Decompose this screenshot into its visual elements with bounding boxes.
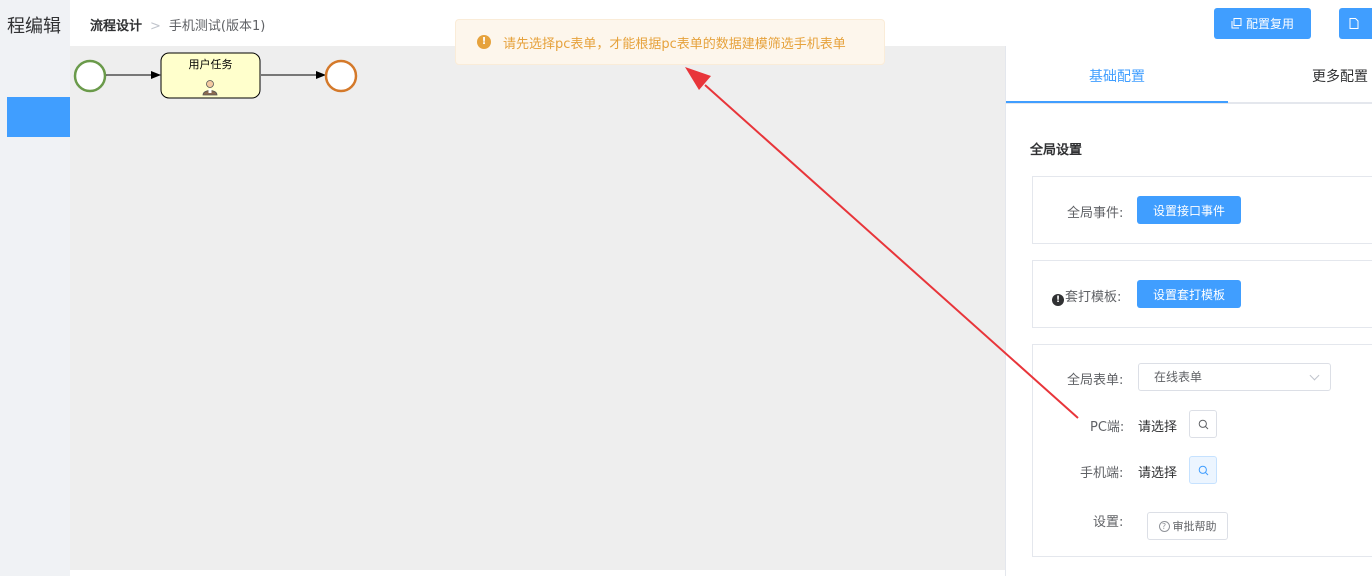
mobile-form-search-button[interactable]	[1189, 456, 1217, 484]
tab-more-config[interactable]: 更多配置	[1312, 66, 1368, 86]
approval-help-label: 审批帮助	[1172, 520, 1217, 533]
global-event-card: 全局事件: 设置接口事件	[1032, 176, 1372, 244]
set-interface-event-button[interactable]: 设置接口事件	[1137, 196, 1241, 224]
config-tabs: 基础配置 更多配置	[1006, 46, 1372, 104]
left-sidebar: 程编辑	[0, 0, 70, 576]
exclamation-icon: !	[1052, 294, 1064, 306]
search-icon	[1198, 419, 1208, 429]
copy-icon	[1231, 18, 1242, 29]
start-event[interactable]	[73, 59, 107, 93]
global-event-label: 全局事件:	[1067, 206, 1124, 221]
breadcrumb-separator: >	[150, 19, 161, 34]
pc-form-search-button[interactable]	[1189, 410, 1217, 438]
print-template-label: ! 套打模板:	[1052, 286, 1121, 306]
breadcrumb: 流程设计 > 手机测试(版本1)	[90, 15, 265, 34]
sidebar-title: 程编辑	[7, 16, 61, 37]
question-icon: ?	[1158, 520, 1170, 532]
mobile-form-value: 请选择	[1138, 466, 1178, 481]
section-title: 全局设置	[1030, 143, 1083, 158]
settings-label: 设置:	[1093, 515, 1124, 530]
breadcrumb-root[interactable]: 流程设计	[90, 19, 142, 34]
toast-message: 请先选择pc表单，才能根据pc表单的数据建模筛选手机表单	[503, 36, 846, 52]
tab-basic-config[interactable]: 基础配置	[1089, 66, 1145, 86]
end-event[interactable]	[324, 59, 358, 93]
breadcrumb-current: 手机测试(版本1)	[168, 19, 266, 34]
search-icon	[1198, 465, 1208, 475]
chevron-down-icon	[1309, 370, 1320, 381]
global-form-label: 全局表单:	[1067, 373, 1124, 388]
active-tab-indicator	[1006, 101, 1228, 103]
mobile-form-label: 手机端:	[1080, 466, 1124, 481]
print-template-text: 套打模板:	[1065, 290, 1122, 305]
config-reuse-button[interactable]: 配置复用	[1214, 8, 1311, 39]
warning-toast: ! 请先选择pc表单，才能根据pc表单的数据建模筛选手机表单	[455, 19, 885, 65]
print-template-card: ! 套打模板: 设置套打模板	[1032, 260, 1372, 328]
save-button[interactable]	[1339, 8, 1372, 39]
pc-form-label: PC端:	[1090, 420, 1125, 435]
user-task-label: 用户任务	[188, 58, 233, 71]
global-form-select[interactable]: 在线表单	[1138, 363, 1331, 391]
set-print-template-button[interactable]: 设置套打模板	[1137, 280, 1241, 308]
document-icon	[1349, 18, 1359, 29]
config-panel: 基础配置 更多配置 全局设置 全局事件: 设置接口事件 ! 套打模板: 设置套打模…	[1005, 46, 1372, 576]
form-settings-card: 全局表单: 在线表单 PC端: 请选择 手机端: 请选择 设置: ? 审批帮助	[1032, 344, 1372, 557]
approval-help-button[interactable]: ? 审批帮助	[1147, 512, 1228, 540]
global-form-value: 在线表单	[1154, 370, 1203, 384]
config-reuse-label: 配置复用	[1245, 17, 1294, 31]
process-canvas[interactable]: 用户任务	[70, 46, 1005, 570]
warning-icon: !	[477, 35, 491, 49]
sidebar-active-item[interactable]	[7, 97, 70, 137]
pc-form-value: 请选择	[1138, 420, 1178, 435]
